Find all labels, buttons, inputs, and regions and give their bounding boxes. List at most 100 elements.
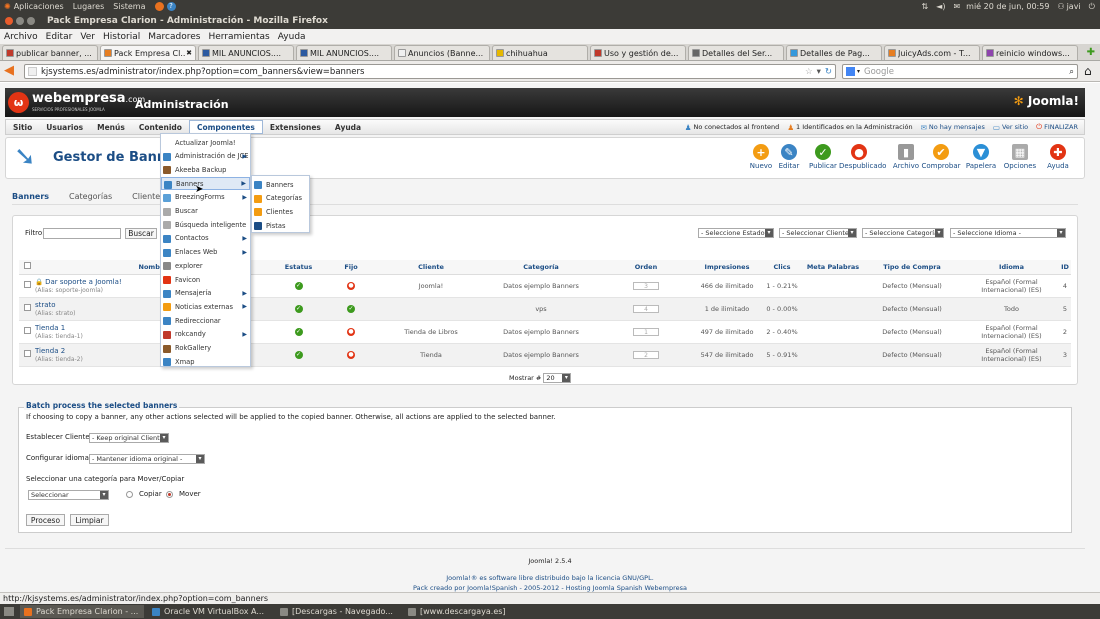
new-tab-icon[interactable]: ✚ — [1087, 47, 1095, 58]
row-checkbox[interactable] — [23, 304, 31, 311]
components-item-explorer[interactable]: explorer — [161, 259, 250, 272]
components-item-administraci-n-de-jce[interactable]: Administración de JCE ▶ — [161, 150, 250, 163]
menu-ayuda-admin[interactable]: Ayuda — [328, 120, 368, 134]
unpublished-icon[interactable]: ● — [347, 351, 355, 359]
client-select[interactable]: - Keep original Client - — [89, 433, 169, 443]
components-item-redireccionar[interactable]: Redireccionar — [161, 314, 250, 327]
toolbar-despublicado-button[interactable]: ● Despublicado — [839, 144, 886, 170]
url-text[interactable]: kjsystems.es/administrator/index.php?opt… — [41, 67, 364, 77]
col-clics[interactable]: Clics — [758, 260, 806, 275]
published-icon[interactable]: ✓ — [294, 351, 303, 359]
network-icon[interactable]: ⇅ — [921, 2, 928, 11]
select-all-checkbox[interactable] — [23, 262, 31, 270]
messages-link[interactable]: No hay mensajes — [929, 123, 985, 131]
banners-submenu-item-categor-as[interactable]: Categorías — [252, 192, 309, 205]
home-icon[interactable]: ⌂ — [1084, 64, 1092, 78]
view-site-link[interactable]: Ver sitio — [1002, 123, 1028, 131]
published-icon[interactable]: ✓ — [294, 328, 303, 336]
menu-lugares[interactable]: Lugares — [73, 2, 105, 11]
taskbar-item-3[interactable]: [www.descargaya.es] — [404, 605, 528, 618]
menu-editar[interactable]: Editar — [46, 32, 73, 42]
user-name[interactable]: javi — [1067, 2, 1081, 11]
footer-credits[interactable]: Pack creado por Joomla!Spanish - 2005-20… — [0, 584, 1100, 592]
tab-5[interactable]: chihuahua — [492, 45, 588, 60]
taskbar-item-0[interactable]: Pack Empresa Clarion - ... — [20, 605, 144, 618]
components-item-actualizar-joomla-[interactable]: Actualizar Joomla! — [161, 136, 250, 149]
process-button[interactable]: Proceso — [26, 514, 65, 526]
menu-aplicaciones[interactable]: Aplicaciones — [14, 2, 64, 11]
clear-button[interactable]: Limpiar — [70, 514, 109, 526]
row-checkbox[interactable] — [23, 281, 31, 288]
menu-sistema[interactable]: Sistema — [113, 2, 145, 11]
toolbar-publicar-button[interactable]: ✓ Publicar — [803, 144, 843, 170]
taskbar-item-1[interactable]: Oracle VM VirtualBox A... — [148, 605, 272, 618]
url-bar[interactable]: kjsystems.es/administrator/index.php?opt… — [24, 64, 836, 79]
tab-9[interactable]: JuicyAds.com - T... — [884, 45, 980, 60]
col-id[interactable]: ID — [1059, 260, 1071, 275]
col-orden[interactable]: Orden — [596, 260, 696, 275]
components-item-rokcandy[interactable]: rokcandy ▶ — [161, 328, 250, 341]
menu-herramientas[interactable]: Herramientas — [208, 32, 269, 42]
col-fijo[interactable]: Fijo — [326, 260, 376, 275]
ubuntu-logo-icon[interactable]: ✺ — [4, 2, 11, 11]
toolbar-opciones-button[interactable]: ▦ Opciones — [1000, 144, 1040, 170]
close-window-button[interactable] — [5, 17, 13, 25]
subtab-banners[interactable]: Banners — [12, 192, 49, 201]
pagination-select[interactable]: 20 ▾ — [543, 373, 572, 383]
minimize-window-button[interactable] — [16, 17, 24, 25]
col-idioma[interactable]: Idioma — [964, 260, 1059, 275]
toolbar-papelera-button[interactable]: ▼ Papelera — [961, 144, 1001, 170]
order-input[interactable]: 4 — [633, 304, 659, 313]
copy-radio[interactable] — [126, 491, 133, 498]
select-estado[interactable]: - Seleccione Estado - — [698, 228, 774, 238]
help-launcher-icon[interactable]: ? — [166, 2, 176, 11]
components-item-xmap[interactable]: Xmap — [161, 355, 250, 368]
menu-ayuda[interactable]: Ayuda — [278, 32, 306, 42]
components-item-noticias-externas[interactable]: Noticias externas ▶ — [161, 300, 250, 313]
banners-submenu-item-clientes[interactable]: Clientes — [252, 205, 309, 218]
toolbar-comprobar-button[interactable]: ✔ Comprobar — [921, 144, 961, 170]
footer-license[interactable]: Joomla!® es software libre distribuido b… — [0, 574, 1100, 582]
components-item-breezingforms[interactable]: BreezingForms ▶ — [161, 191, 250, 204]
menu-ver[interactable]: Ver — [80, 32, 95, 42]
tab-2[interactable]: MIL ANUNCIOS.... — [198, 45, 294, 60]
col-estatus[interactable]: Estatus — [271, 260, 326, 275]
published-icon[interactable]: ✓ — [347, 305, 355, 313]
volume-icon[interactable]: ◄) — [936, 2, 945, 11]
components-item-mensajer-a[interactable]: Mensajería ▶ — [161, 287, 250, 300]
banners-submenu-item-banners[interactable]: Banners — [252, 178, 309, 191]
tab-1[interactable]: Pack Empresa Cl... ✖ — [100, 45, 196, 60]
menu-usuarios[interactable]: Usuarios — [39, 120, 90, 134]
clock[interactable]: mié 20 de jun, 00:59 — [966, 2, 1049, 11]
maximize-window-button[interactable] — [27, 17, 35, 25]
components-item-b-squeda-inteligente[interactable]: Búsqueda inteligente — [161, 218, 250, 231]
close-tab-icon[interactable]: ✖ — [186, 49, 192, 57]
banners-submenu-item-pistas[interactable]: Pistas — [252, 219, 309, 232]
menu-marcadores[interactable]: Marcadores — [148, 32, 200, 42]
tab-3[interactable]: MIL ANUNCIOS.... — [296, 45, 392, 60]
back-arrow-icon[interactable]: ◀ — [4, 64, 18, 78]
banner-name-link[interactable]: Tienda 1 — [35, 324, 65, 332]
power-icon[interactable]: ⏻ — [1089, 2, 1095, 12]
menu-extensiones[interactable]: Extensiones — [263, 120, 328, 134]
category-select[interactable]: Seleccionar — [28, 490, 109, 500]
toolbar-archivo-button[interactable]: ▮ Archivo — [886, 144, 926, 170]
magnifier-icon[interactable]: ⌕ — [1069, 67, 1074, 77]
menu-componentes[interactable]: Componentes — [188, 120, 263, 134]
components-item-banners[interactable]: Banners ▶ — [161, 177, 250, 191]
show-desktop-icon[interactable] — [4, 607, 14, 616]
toolbar-ayuda-button[interactable]: ✚ Ayuda — [1038, 144, 1078, 170]
banner-name-link[interactable]: Tienda 2 — [35, 347, 65, 355]
components-item-favicon[interactable]: Favicon — [161, 273, 250, 286]
menu-archivo[interactable]: Archivo — [4, 32, 38, 42]
bookmark-star-icon[interactable]: ☆ — [805, 67, 813, 77]
select-idioma[interactable]: - Seleccione Idioma - — [950, 228, 1066, 238]
select-categoria[interactable]: - Seleccione Categoría - — [862, 228, 944, 238]
row-checkbox[interactable] — [23, 327, 31, 334]
published-icon[interactable]: ✓ — [294, 305, 303, 313]
menu-menus[interactable]: Menús — [90, 120, 132, 134]
col-categoria[interactable]: Categoría — [486, 260, 596, 275]
menu-sitio[interactable]: Sitio — [6, 120, 39, 134]
tab-8[interactable]: Detalles de Pag... — [786, 45, 882, 60]
tab-4[interactable]: Anuncios (Banne... — [394, 45, 490, 60]
